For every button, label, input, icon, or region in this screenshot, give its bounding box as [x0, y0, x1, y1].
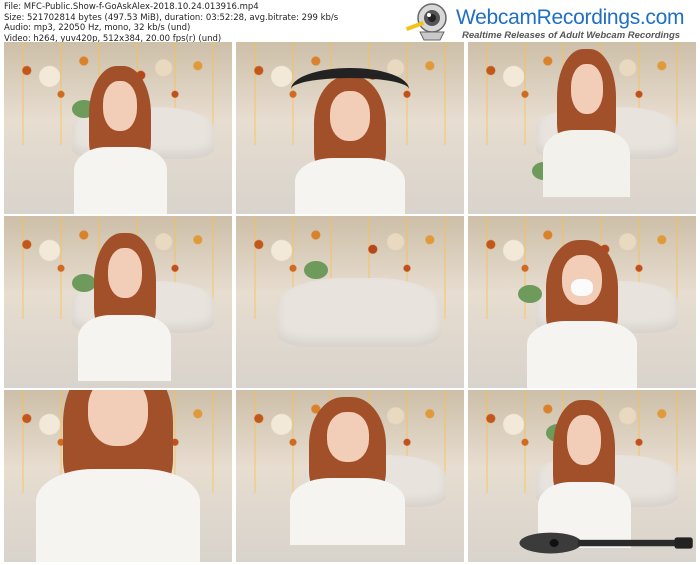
- thumbnail: [468, 390, 696, 562]
- thumbnail: [236, 42, 464, 214]
- webcam-icon: [405, 3, 447, 41]
- thumbnail: [236, 390, 464, 562]
- thumbnail: [236, 216, 464, 388]
- audio-line: Audio: mp3, 22050 Hz, mono, 32 kb/s (und…: [4, 23, 191, 34]
- file-line: File: MFC-Public.Show-f-GoAskAlex-2018.1…: [4, 2, 259, 12]
- thumbnail: [4, 390, 232, 562]
- brand-title: WebcamRecordings.com: [456, 6, 685, 29]
- thumbnail: [468, 216, 696, 388]
- ukulele-icon: [519, 532, 693, 554]
- thumbnail: [468, 42, 696, 214]
- size-line: Size: 521702814 bytes (497.53 MiB), dura…: [4, 12, 339, 23]
- thumbnail: [4, 42, 232, 214]
- brand-logo: WebcamRecordings.com Realtime Releases o…: [404, 2, 696, 42]
- file-info: File: MFC-Public.Show-f-GoAskAlex-2018.1…: [4, 2, 338, 44]
- thumbnail: [4, 216, 232, 388]
- brand-subtitle: Realtime Releases of Adult Webcam Record…: [462, 30, 681, 41]
